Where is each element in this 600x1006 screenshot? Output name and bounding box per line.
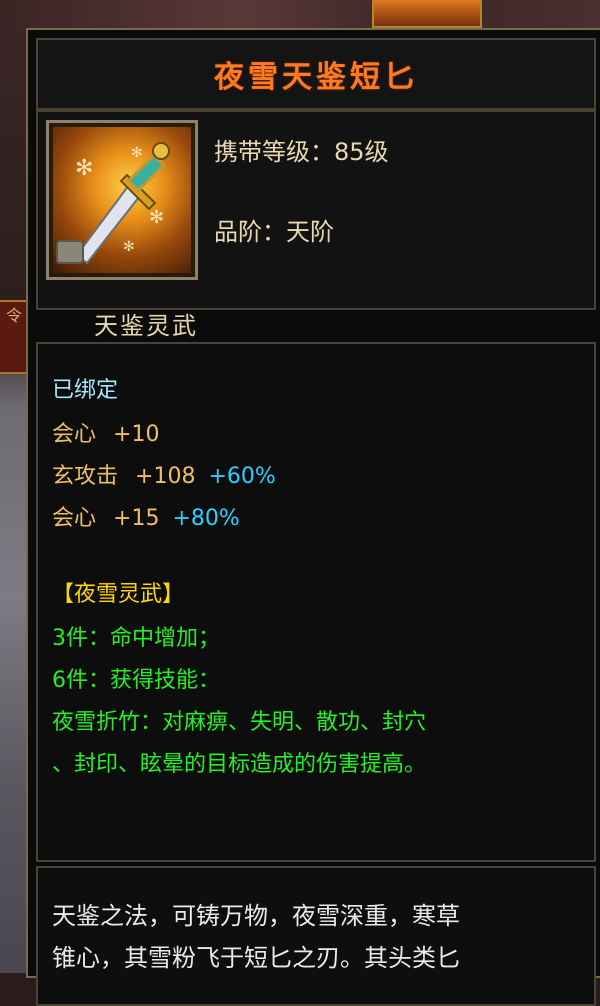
set-title: 【夜雪灵武】 [52, 582, 185, 607]
stat-name: 会心 [52, 422, 97, 447]
attributes-box: 已绑定 会心 +10 玄攻击 +108 +60% 会心 +15 +80% 【夜雪… [36, 342, 596, 862]
set-bonus-line: 夜雪折竹：对麻痹、失明、散功、封穴 [52, 710, 427, 735]
set-bonus-line: 、封印、眩晕的目标造成的伤害提高。 [52, 752, 427, 777]
level-requirement: 携带等级：85级 [214, 138, 389, 166]
stat-bonus: +80% [172, 506, 240, 531]
svg-text:✻: ✻ [75, 156, 93, 181]
set-bonus-line: 3件：命中增加； [52, 626, 220, 651]
dagger-icon: ✻ ✻ ✻ ✻ [53, 127, 191, 273]
item-tooltip: 夜雪天鉴短匕 ✻ ✻ ✻ ✻ 携带等级：85级 品阶：天阶 天鉴灵武 已绑定 会… [26, 28, 600, 1006]
stat-value: +10 [113, 422, 160, 447]
stat-line: 会心 +10 [52, 416, 159, 448]
stat-value: +108 [135, 464, 196, 489]
svg-text:✻: ✻ [131, 145, 143, 161]
bound-status: 已绑定 [52, 378, 119, 403]
item-title-bar: 夜雪天鉴短匕 [36, 38, 596, 110]
item-info-box: ✻ ✻ ✻ ✻ 携带等级：85级 品阶：天阶 [36, 110, 596, 310]
svg-text:✻: ✻ [123, 239, 135, 255]
item-category: 天鉴灵武 [94, 312, 198, 340]
item-icon-frame[interactable]: ✻ ✻ ✻ ✻ [46, 120, 198, 280]
item-name: 夜雪天鉴短匕 [214, 60, 418, 95]
stat-line: 会心 +15 +80% [52, 500, 240, 532]
description-box: 天鉴之法，可铸万物，夜雪深重，寒草 锥心，其雪粉飞于短匕之刃。其头类匕 [36, 866, 596, 1006]
stat-name: 玄攻击 [52, 464, 119, 489]
item-grade: 品阶：天阶 [214, 218, 334, 246]
stat-bonus: +60% [208, 464, 276, 489]
background-top-bar [0, 0, 600, 30]
background-left-tab[interactable]: 令 [0, 300, 28, 374]
description-line: 天鉴之法，可铸万物，夜雪深重，寒草 [52, 902, 460, 930]
stat-name: 会心 [52, 506, 97, 531]
description-line: 锥心，其雪粉飞于短匕之刃。其头类匕 [52, 944, 460, 972]
background-item-slot[interactable] [372, 0, 482, 28]
set-bonus-line: 6件：获得技能： [52, 668, 220, 693]
stat-line: 玄攻击 +108 +60% [52, 458, 276, 490]
background-left-panel [0, 30, 28, 973]
svg-text:✻: ✻ [149, 207, 164, 228]
stat-value: +15 [113, 506, 160, 531]
background-left-tab-label: 令 [5, 306, 22, 325]
